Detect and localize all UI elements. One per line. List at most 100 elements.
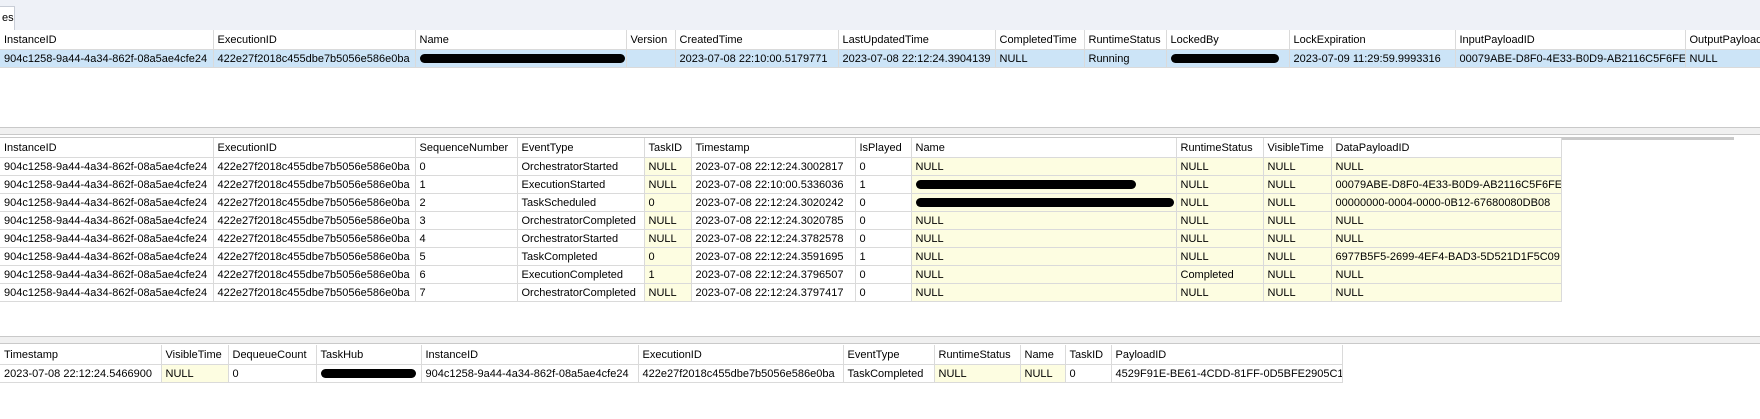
table-cell[interactable]	[626, 49, 676, 68]
column-header[interactable]: EventType	[517, 138, 645, 158]
table-cell[interactable]: 4529F91E-BE61-4CDD-81FF-0D5BFE2905C1	[1111, 364, 1343, 383]
table-cell[interactable]: NULL	[911, 157, 1177, 176]
column-header[interactable]: ExecutionID	[213, 30, 416, 50]
column-header[interactable]: VisibleTime	[161, 345, 229, 365]
column-header[interactable]: Timestamp	[0, 345, 162, 365]
table-cell[interactable]: NULL	[1331, 265, 1562, 284]
table-cell[interactable]: 00079ABE-D8F0-4E33-B0D9-AB2116C5F6FE	[1455, 49, 1686, 68]
table-cell[interactable]: 1	[855, 247, 912, 266]
column-header[interactable]: DequeueCount	[228, 345, 317, 365]
table-row[interactable]: 904c1258-9a44-4a34-862f-08a5ae4cfe24 422e…	[0, 211, 1562, 230]
table-cell[interactable]: 2023-07-08 22:12:24.3904139	[838, 49, 996, 68]
table-cell[interactable]: NULL	[644, 175, 692, 194]
table-cell[interactable]: 0	[855, 229, 912, 248]
table-cell[interactable]	[1166, 49, 1290, 68]
table-cell[interactable]: 2	[415, 193, 518, 212]
table-cell[interactable]: OrchestratorCompleted	[517, 211, 645, 230]
column-header[interactable]: InstanceID	[0, 30, 214, 50]
column-header[interactable]: TaskHub	[316, 345, 422, 365]
table-cell[interactable]: 6	[415, 265, 518, 284]
column-header[interactable]: TaskID	[644, 138, 692, 158]
column-header[interactable]: IsPlayed	[855, 138, 912, 158]
column-header[interactable]: SequenceNumber	[415, 138, 518, 158]
table-cell[interactable]: NULL	[1263, 193, 1332, 212]
table-cell[interactable]: 2023-07-08 22:12:24.3796507	[691, 265, 856, 284]
column-header[interactable]: Name	[1020, 345, 1066, 365]
table-cell[interactable]: NULL	[911, 265, 1177, 284]
table-cell[interactable]: 0	[228, 364, 317, 383]
table-cell[interactable]: NULL	[1331, 229, 1562, 248]
table-cell[interactable]	[911, 175, 1177, 194]
column-header[interactable]: InstanceID	[0, 138, 214, 158]
table-cell[interactable]: 904c1258-9a44-4a34-862f-08a5ae4cfe24	[0, 283, 214, 302]
column-header[interactable]: Timestamp	[691, 138, 856, 158]
table-cell[interactable]: NULL	[1685, 49, 1760, 68]
table-cell[interactable]: 904c1258-9a44-4a34-862f-08a5ae4cfe24	[0, 193, 214, 212]
table-cell[interactable]: 904c1258-9a44-4a34-862f-08a5ae4cfe24	[0, 157, 214, 176]
table-cell[interactable]: 00000000-0004-0000-0B12-67680080DB08	[1331, 193, 1562, 212]
table-cell[interactable]: NULL	[1331, 157, 1562, 176]
table-cell[interactable]: NULL	[1176, 193, 1264, 212]
table-cell[interactable]: 0	[644, 193, 692, 212]
table-cell[interactable]: 2023-07-08 22:10:00.5179771	[675, 49, 839, 68]
column-header[interactable]: ExecutionID	[213, 138, 416, 158]
table-cell[interactable]: 2023-07-08 22:12:24.5466900	[0, 364, 162, 383]
table-cell[interactable]: 0	[1065, 364, 1112, 383]
instances-grid[interactable]: InstanceID ExecutionID Name Version CreatedT…	[0, 30, 1760, 68]
table-cell[interactable]: 0	[855, 211, 912, 230]
table-cell[interactable]: NULL	[911, 247, 1177, 266]
table-cell[interactable]: 2023-07-08 22:12:24.3591695	[691, 247, 856, 266]
table-row[interactable]: 904c1258-9a44-4a34-862f-08a5ae4cfe24 422e…	[0, 283, 1562, 302]
table-cell[interactable]: NULL	[1020, 364, 1066, 383]
table-cell[interactable]: 904c1258-9a44-4a34-862f-08a5ae4cfe24	[0, 265, 214, 284]
table-cell[interactable]: NULL	[1331, 283, 1562, 302]
table-cell[interactable]: NULL	[1176, 211, 1264, 230]
table-row[interactable]: 2023-07-08 22:12:24.5466900 NULL 0 904c1258…	[0, 364, 1343, 383]
column-header[interactable]: TaskID	[1065, 345, 1112, 365]
history-grid[interactable]: InstanceID ExecutionID SequenceNumber Event…	[0, 138, 1562, 302]
table-cell[interactable]: 2023-07-08 22:12:24.3020242	[691, 193, 856, 212]
table-cell[interactable]	[415, 49, 627, 68]
table-cell[interactable]: TaskCompleted	[517, 247, 645, 266]
table-row[interactable]: 904c1258-9a44-4a34-862f-08a5ae4cfe24 422e…	[0, 247, 1562, 266]
table-cell[interactable]: 1	[644, 265, 692, 284]
table-cell[interactable]: OrchestratorStarted	[517, 157, 645, 176]
results-tab[interactable]: es	[0, 6, 15, 30]
table-cell[interactable]: 0	[855, 157, 912, 176]
table-cell[interactable]: NULL	[911, 211, 1177, 230]
table-cell[interactable]: Completed	[1176, 265, 1264, 284]
table-cell[interactable]: TaskCompleted	[843, 364, 935, 383]
table-cell[interactable]: 422e27f2018c455dbe7b5056e586e0ba	[213, 175, 416, 194]
table-cell[interactable]: NULL	[911, 229, 1177, 248]
column-header[interactable]: OutputPayloadID	[1685, 30, 1760, 50]
table-cell[interactable]: NULL	[644, 211, 692, 230]
table-cell[interactable]: NULL	[1176, 157, 1264, 176]
table-cell[interactable]: NULL	[1263, 175, 1332, 194]
table-cell[interactable]: NULL	[1176, 175, 1264, 194]
table-cell[interactable]: NULL	[1263, 157, 1332, 176]
table-cell[interactable]: 422e27f2018c455dbe7b5056e586e0ba	[213, 265, 416, 284]
table-cell[interactable]: 904c1258-9a44-4a34-862f-08a5ae4cfe24	[0, 175, 214, 194]
table-cell[interactable]: 2023-07-08 22:12:24.3782578	[691, 229, 856, 248]
column-header[interactable]: LockedBy	[1166, 30, 1290, 50]
table-cell[interactable]: 2023-07-08 22:12:24.3020785	[691, 211, 856, 230]
column-header[interactable]: CompletedTime	[995, 30, 1085, 50]
table-cell[interactable]: 2023-07-08 22:12:24.3797417	[691, 283, 856, 302]
table-row[interactable]: 904c1258-9a44-4a34-862f-08a5ae4cfe24 422e…	[0, 193, 1562, 212]
column-header[interactable]: CreatedTime	[675, 30, 839, 50]
table-cell[interactable]: 4	[415, 229, 518, 248]
table-cell[interactable]: 00079ABE-D8F0-4E33-B0D9-AB2116C5F6FE	[1331, 175, 1562, 194]
table-cell[interactable]: NULL	[1176, 247, 1264, 266]
table-row[interactable]: 904c1258-9a44-4a34-862f-08a5ae4cfe24 422e…	[0, 229, 1562, 248]
table-cell[interactable]: NULL	[1176, 229, 1264, 248]
table-row[interactable]: 904c1258-9a44-4a34-862f-08a5ae4cfe24 422e…	[0, 49, 1760, 68]
table-cell[interactable]: 7	[415, 283, 518, 302]
table-cell[interactable]: 2023-07-08 22:12:24.3002817	[691, 157, 856, 176]
table-cell[interactable]: 904c1258-9a44-4a34-862f-08a5ae4cfe24	[421, 364, 639, 383]
table-cell[interactable]: 422e27f2018c455dbe7b5056e586e0ba	[213, 157, 416, 176]
column-header[interactable]: InputPayloadID	[1455, 30, 1686, 50]
table-cell[interactable]: OrchestratorStarted	[517, 229, 645, 248]
column-header[interactable]: RuntimeStatus	[1176, 138, 1264, 158]
grid-splitter[interactable]	[0, 336, 1760, 344]
table-cell[interactable]: 422e27f2018c455dbe7b5056e586e0ba	[638, 364, 844, 383]
